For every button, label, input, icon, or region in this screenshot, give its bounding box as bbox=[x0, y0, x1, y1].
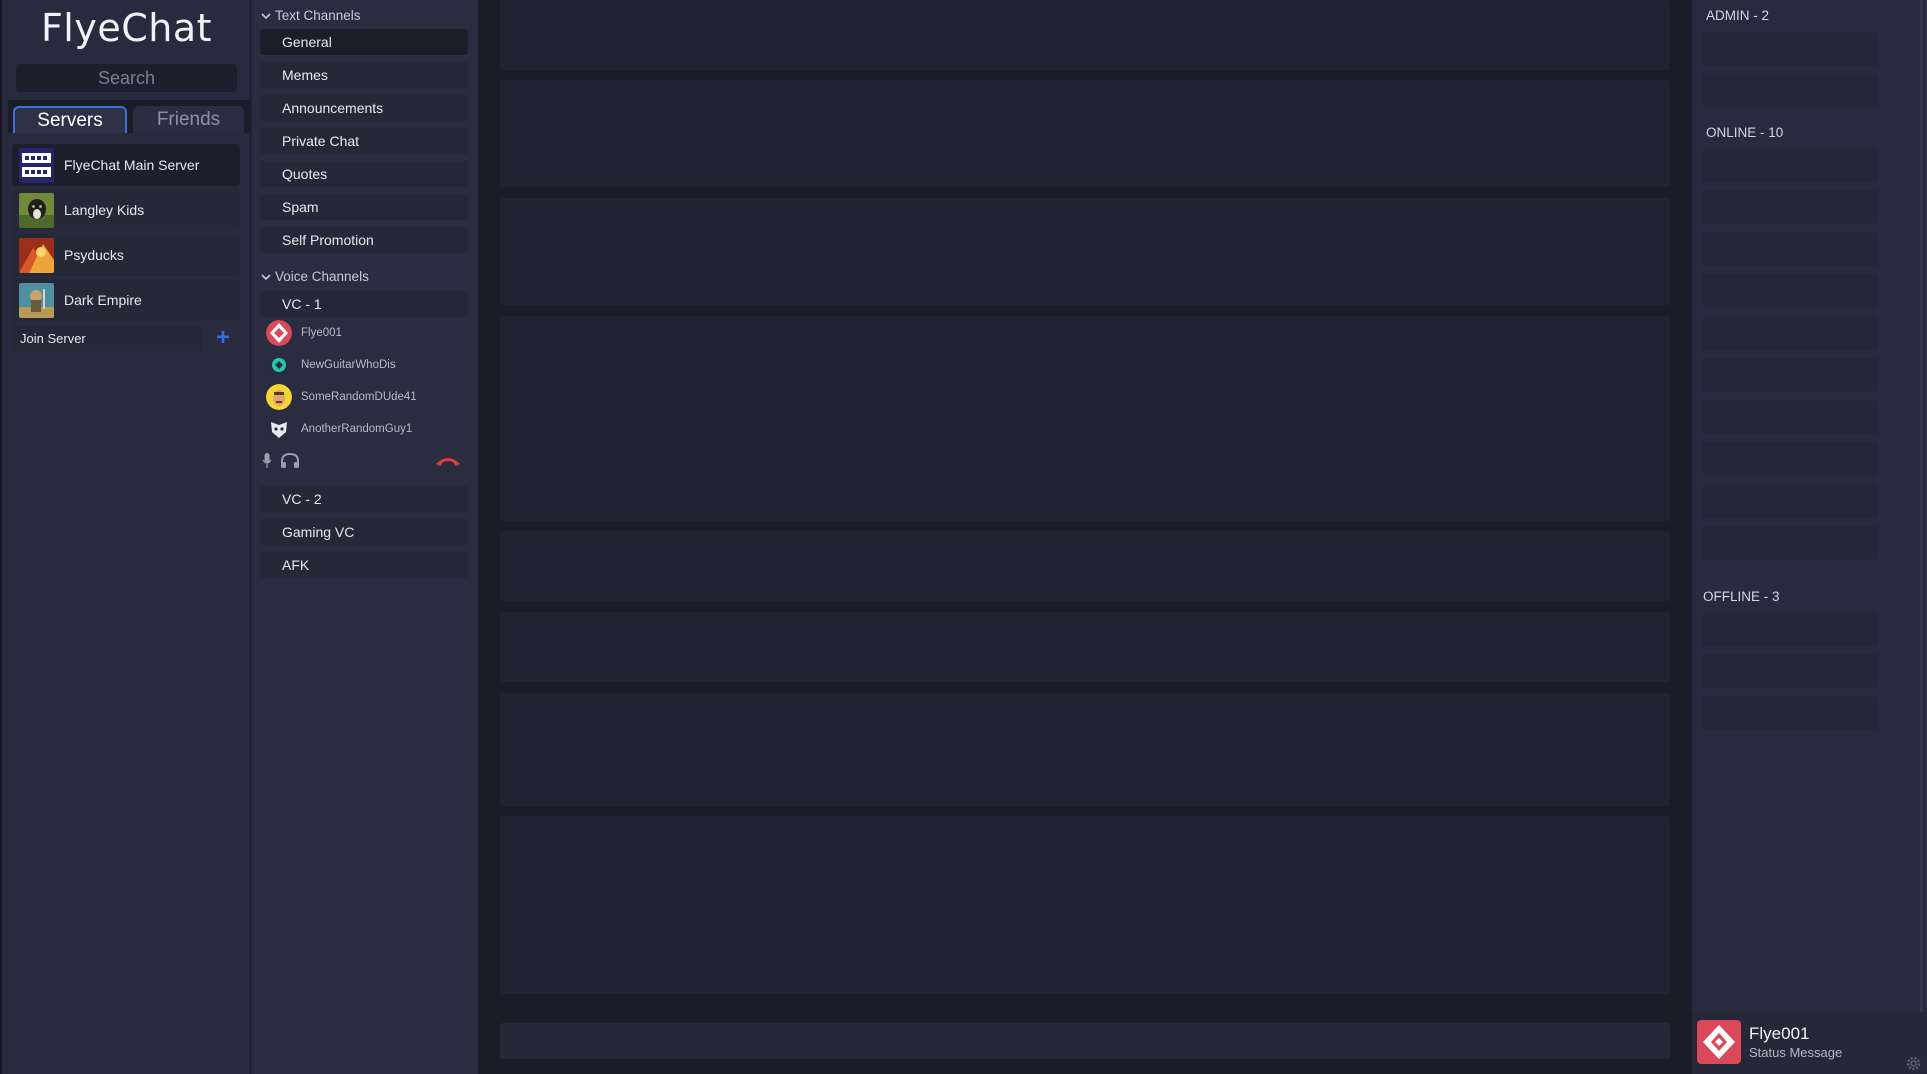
server-item-langley-kids[interactable]: Langley Kids bbox=[12, 189, 240, 231]
flyechat-app: FlyeChat Search Servers Friends FlyeChat… bbox=[0, 0, 1927, 1074]
message-input[interactable] bbox=[500, 1023, 1670, 1059]
headphones-icon[interactable] bbox=[280, 452, 300, 469]
user-avatar-icon[interactable] bbox=[1697, 1020, 1741, 1064]
voice-controls bbox=[260, 449, 468, 473]
members-panel: ADMIN - 2 ONLINE - 10 OFFLINE - 3 Flye00… bbox=[1692, 0, 1927, 1074]
message-placeholder bbox=[500, 0, 1670, 70]
channel-spam[interactable]: Spam bbox=[260, 194, 468, 220]
tab-friends[interactable]: Friends bbox=[133, 106, 244, 133]
member-slot[interactable] bbox=[1702, 612, 1878, 646]
voice-user-anotherrandomguy1[interactable]: AnotherRandomGuy1 bbox=[266, 415, 466, 443]
member-slot[interactable] bbox=[1702, 654, 1878, 688]
channel-general[interactable]: General bbox=[260, 29, 468, 55]
server-name: Dark Empire bbox=[64, 292, 142, 308]
scrollbar[interactable] bbox=[1920, 0, 1923, 1074]
channels-panel: Text Channels General Memes Announcement… bbox=[252, 0, 478, 1074]
knight-art-icon bbox=[19, 282, 54, 318]
channel-memes[interactable]: Memes bbox=[260, 62, 468, 88]
message-placeholder bbox=[500, 316, 1670, 521]
server-item-dark-empire[interactable]: Dark Empire bbox=[12, 279, 240, 321]
server-list: FlyeChat Main Server Langley Kids Psyduc… bbox=[12, 144, 240, 324]
user-avatar-icon bbox=[266, 352, 292, 378]
member-slot[interactable] bbox=[1702, 32, 1878, 66]
channel-self-promotion[interactable]: Self Promotion bbox=[260, 227, 468, 253]
servers-panel: FlyeChat Search Servers Friends FlyeChat… bbox=[0, 0, 251, 1074]
dog-photo-icon bbox=[19, 192, 54, 228]
member-slot[interactable] bbox=[1702, 442, 1878, 476]
voice-user-flye001[interactable]: Flye001 bbox=[266, 319, 466, 347]
current-user-status[interactable]: Status Message bbox=[1749, 1045, 1842, 1060]
server-name: Langley Kids bbox=[64, 202, 145, 218]
voice-user-name: AnotherRandomGuy1 bbox=[301, 423, 413, 435]
voice-channel-vc1[interactable]: VC - 1 bbox=[260, 291, 468, 317]
voice-channel-afk[interactable]: AFK bbox=[260, 552, 468, 578]
voice-user-name: NewGuitarWhoDis bbox=[301, 359, 396, 371]
panel-tabs: Servers Friends bbox=[8, 100, 251, 133]
voice-user-somerandomdude41[interactable]: SomeRandomDUde41 bbox=[266, 383, 466, 411]
message-placeholder bbox=[500, 816, 1670, 994]
join-server-label[interactable]: Join Server bbox=[12, 325, 202, 351]
message-placeholder bbox=[500, 612, 1670, 682]
server-name: Psyducks bbox=[64, 247, 124, 263]
message-placeholder bbox=[500, 693, 1670, 806]
microphone-icon[interactable] bbox=[262, 453, 272, 469]
flyechat-logo-icon bbox=[19, 147, 54, 183]
voice-channel-gaming-vc[interactable]: Gaming VC bbox=[260, 519, 468, 545]
server-name: FlyeChat Main Server bbox=[64, 157, 200, 173]
app-title: FlyeChat bbox=[40, 6, 213, 50]
gear-icon[interactable] bbox=[1905, 1055, 1922, 1072]
message-placeholder bbox=[500, 198, 1670, 305]
channel-private-chat[interactable]: Private Chat bbox=[260, 128, 468, 154]
chevron-down-icon bbox=[261, 273, 271, 280]
member-slot[interactable] bbox=[1702, 73, 1878, 107]
server-item-flyechat-main[interactable]: FlyeChat Main Server bbox=[12, 144, 240, 186]
online-header: ONLINE - 10 bbox=[1706, 125, 1784, 140]
chevron-down-icon bbox=[261, 12, 271, 19]
chat-area bbox=[478, 0, 1692, 1074]
voice-channels-header[interactable]: Voice Channels bbox=[260, 269, 369, 284]
message-placeholder bbox=[500, 531, 1670, 601]
psyduck-art-icon bbox=[19, 237, 54, 273]
voice-user-name: SomeRandomDUde41 bbox=[301, 391, 417, 403]
server-item-psyducks[interactable]: Psyducks bbox=[12, 234, 240, 276]
plus-icon[interactable]: + bbox=[206, 324, 240, 351]
message-placeholder bbox=[500, 80, 1670, 187]
search-input[interactable]: Search bbox=[16, 64, 237, 92]
member-slot[interactable] bbox=[1702, 316, 1878, 350]
member-slot[interactable] bbox=[1702, 274, 1878, 308]
member-slot[interactable] bbox=[1702, 148, 1878, 182]
member-slot[interactable] bbox=[1702, 526, 1878, 560]
member-slot[interactable] bbox=[1702, 232, 1878, 266]
member-slot[interactable] bbox=[1702, 358, 1878, 392]
offline-header: OFFLINE - 3 bbox=[1703, 589, 1780, 604]
text-channels-header[interactable]: Text Channels bbox=[260, 8, 361, 23]
current-user-name: Flye001 bbox=[1749, 1024, 1810, 1043]
user-avatar-icon bbox=[266, 384, 292, 410]
tab-servers[interactable]: Servers bbox=[13, 106, 127, 133]
user-avatar-icon bbox=[266, 416, 292, 442]
hang-up-icon[interactable] bbox=[434, 454, 462, 468]
member-slot[interactable] bbox=[1702, 484, 1878, 518]
member-slot[interactable] bbox=[1702, 190, 1878, 224]
join-server-row: Join Server + bbox=[12, 324, 240, 351]
channel-announcements[interactable]: Announcements bbox=[260, 95, 468, 121]
user-avatar-icon bbox=[266, 320, 292, 346]
voice-user-name: Flye001 bbox=[301, 327, 342, 339]
voice-channel-vc2[interactable]: VC - 2 bbox=[260, 486, 468, 512]
admin-header: ADMIN - 2 bbox=[1706, 8, 1770, 23]
voice-user-newguitarwhodis[interactable]: NewGuitarWhoDis bbox=[266, 351, 466, 379]
user-bar: Flye001 Status Message bbox=[1692, 1012, 1927, 1074]
member-slot[interactable] bbox=[1702, 400, 1878, 434]
channel-quotes[interactable]: Quotes bbox=[260, 161, 468, 187]
member-slot[interactable] bbox=[1702, 696, 1878, 730]
